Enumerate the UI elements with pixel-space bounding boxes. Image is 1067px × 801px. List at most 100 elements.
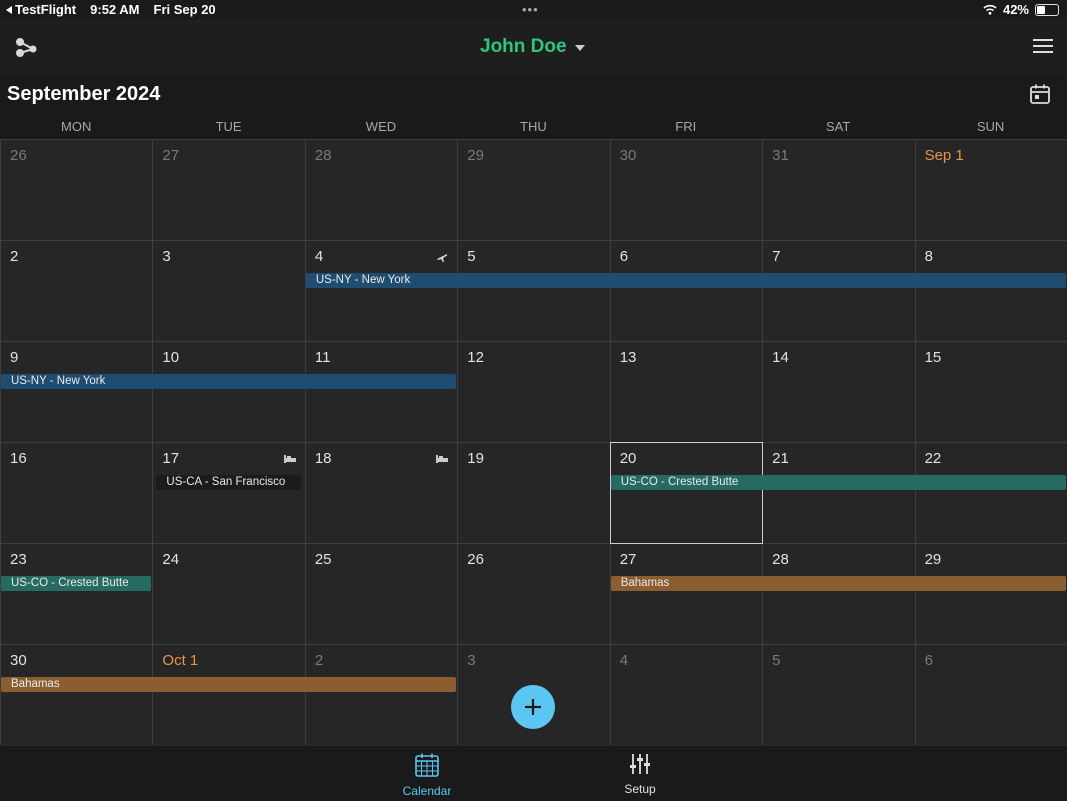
calendar-grid-icon (415, 753, 439, 777)
day-number: 3 (162, 248, 171, 265)
day-number: 29 (467, 147, 484, 164)
day-cell[interactable]: 4 (609, 644, 764, 746)
day-cell[interactable]: 26 (457, 543, 611, 645)
event-bar[interactable]: Bahamas (610, 576, 1066, 591)
day-cell[interactable]: 28 (762, 543, 916, 645)
day-number: 23 (10, 551, 27, 568)
day-cell[interactable]: 29 (914, 543, 1067, 645)
day-cell[interactable]: 22 (914, 442, 1067, 544)
day-number: 2 (10, 248, 19, 265)
day-cell[interactable]: 23 (0, 543, 154, 645)
day-cell[interactable]: 7 (762, 240, 916, 342)
event-bar[interactable]: US-CO - Crested Butte (1, 576, 152, 591)
day-number: 25 (314, 551, 332, 568)
day-number: 7 (772, 248, 781, 265)
back-app-label: TestFlight (15, 2, 77, 17)
day-cell[interactable]: 31 (762, 139, 916, 241)
day-cell[interactable]: 5 (457, 240, 611, 342)
day-number: 10 (162, 349, 180, 366)
day-number: 21 (772, 450, 789, 467)
event-bar[interactable]: US-NY - New York (1, 374, 457, 389)
day-cell[interactable]: 21 (762, 442, 916, 544)
day-cell[interactable]: 12 (457, 341, 611, 443)
tab-calendar[interactable]: Calendar (387, 752, 467, 798)
day-number: 2 (314, 652, 324, 669)
day-number: 27 (162, 147, 180, 164)
day-cell[interactable]: 16 (0, 442, 154, 544)
plus-icon (525, 699, 541, 715)
weekday-header: MON TUE WED THU FRI SAT SUN (0, 117, 1067, 139)
day-number: 22 (924, 450, 942, 467)
day-cell[interactable]: 25 (304, 543, 459, 645)
day-number: 12 (467, 349, 484, 366)
tab-calendar-label: Calendar (402, 784, 452, 798)
event-bar[interactable]: US-NY - New York (305, 273, 1066, 288)
back-to-app-link[interactable]: TestFlight (6, 2, 76, 17)
status-date: Fri Sep 20 (153, 2, 216, 17)
day-number: 18 (314, 450, 332, 467)
event-bar[interactable]: US-CO - Crested Butte (610, 475, 1066, 490)
day-cell[interactable]: Sep 1 (914, 139, 1067, 241)
day-cell[interactable]: 2 (0, 240, 154, 342)
day-number: 6 (619, 248, 629, 265)
day-number: 4 (314, 248, 324, 265)
day-number: 9 (10, 349, 19, 366)
day-cell[interactable]: 14 (762, 341, 916, 443)
day-number: 26 (467, 551, 484, 568)
user-selector[interactable]: John Doe (480, 36, 585, 58)
battery-percent: 42% (1002, 2, 1029, 17)
back-arrow-icon (6, 5, 12, 14)
day-number: 8 (924, 248, 933, 265)
bed-icon (283, 455, 296, 463)
status-right: 42% (983, 2, 1059, 17)
day-cell[interactable]: 3 (152, 240, 306, 342)
chevron-down-icon (574, 45, 585, 51)
day-cell[interactable]: 30 (609, 139, 764, 241)
day-number: 5 (772, 652, 781, 669)
day-number: 24 (162, 551, 180, 568)
day-number: 5 (467, 248, 476, 265)
day-cell[interactable]: 27 (152, 139, 306, 241)
day-cell[interactable]: 15 (914, 341, 1067, 443)
tab-setup[interactable]: Setup (600, 752, 680, 796)
add-event-button[interactable] (511, 685, 555, 729)
status-left: TestFlight 9:52 AM Fri Sep 20 (6, 2, 216, 17)
day-cell[interactable]: 26 (0, 139, 154, 241)
day-cell[interactable]: 13 (609, 341, 764, 443)
day-cell[interactable]: 5 (762, 644, 916, 746)
day-number: 17 (162, 450, 180, 467)
day-cell[interactable]: 2 (304, 644, 459, 746)
hamburger-menu-icon[interactable] (1033, 39, 1053, 55)
day-cell[interactable]: 6 (914, 644, 1067, 746)
day-number: Oct 1 (162, 652, 199, 669)
sliders-icon (630, 754, 650, 774)
event-bar[interactable]: Bahamas (1, 677, 457, 692)
tab-setup-label: Setup (624, 782, 656, 796)
day-number: Sep 1 (924, 147, 964, 164)
day-cell[interactable]: 27 (609, 543, 764, 645)
day-cell[interactable]: 8 (914, 240, 1067, 342)
status-bar: TestFlight 9:52 AM Fri Sep 20 ••• 42% (0, 0, 1067, 20)
day-cell[interactable]: 28 (304, 139, 459, 241)
day-cell[interactable]: 20 (609, 442, 764, 544)
calendar-today-icon[interactable] (1029, 83, 1051, 105)
day-cell[interactable]: 19 (457, 442, 611, 544)
day-cell[interactable]: 24 (152, 543, 306, 645)
event-bar[interactable]: US-CA - San Francisco (156, 475, 301, 490)
day-cell[interactable]: 9 (0, 341, 154, 443)
battery-icon (1035, 3, 1059, 16)
weekday-label: SAT (825, 119, 851, 134)
day-cell[interactable]: 10 (152, 341, 306, 443)
day-cell[interactable]: 29 (457, 139, 611, 241)
day-cell[interactable]: 6 (609, 240, 764, 342)
weekday-label: TUE (215, 119, 242, 134)
multitasking-dots[interactable]: ••• (522, 2, 539, 17)
share-icon[interactable] (14, 36, 40, 62)
day-number: 16 (10, 450, 27, 467)
day-cell[interactable]: 11 (304, 341, 459, 443)
day-number: 27 (619, 551, 637, 568)
day-number: 6 (924, 652, 933, 669)
month-bar: September 2024 (0, 75, 1067, 117)
day-cell[interactable]: Oct 1 (152, 644, 306, 746)
day-cell[interactable]: 30 (0, 644, 154, 746)
